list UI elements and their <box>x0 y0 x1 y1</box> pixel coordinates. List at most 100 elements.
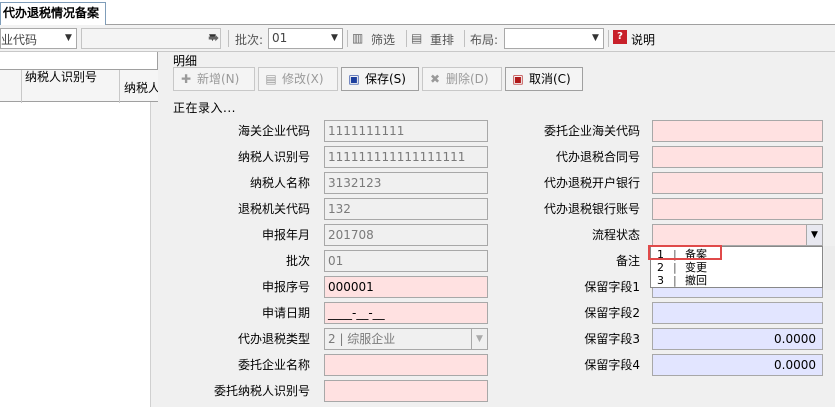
toolbar-separator <box>464 30 465 47</box>
toolbar: 业代码 ▼ ▼ ➡ 批次: 01 ▼ ▥ 筛选 ▤ 重排 布局: ▼ ? 说明 <box>0 25 835 52</box>
option-name: 撤回 <box>685 274 707 287</box>
field-label: 代办退税合同号 <box>555 150 640 164</box>
reserved-field-2[interactable] <box>652 302 823 324</box>
field-label: 保留字段3 <box>584 332 640 346</box>
field-label: 代办退税开户银行 <box>543 176 640 190</box>
delete-button-label: 删除(D) <box>446 72 489 86</box>
field-label: 委托企业海关代码 <box>543 124 640 138</box>
field-label: 委托纳税人识别号 <box>213 384 310 398</box>
field-label: 代办退税类型 <box>237 332 310 346</box>
edit-button[interactable]: ▤ 修改(X) <box>258 67 338 91</box>
cancel-icon: ▣ <box>512 72 524 86</box>
add-button-label: 新增(N) <box>197 72 240 86</box>
query-input[interactable]: ▼ <box>81 28 221 49</box>
field-label: 申请日期 <box>261 306 310 320</box>
option-separator: | <box>673 274 677 287</box>
field-label: 申报年月 <box>261 228 310 242</box>
field-label: 退税机关代码 <box>237 202 310 216</box>
entrusting-customs-code-field[interactable] <box>652 120 823 142</box>
field-label: 保留字段2 <box>584 306 640 320</box>
field-label: 纳税人识别号 <box>237 150 310 164</box>
company-code-combo-text: 业代码 <box>1 33 38 47</box>
plus-icon: ✚ <box>180 72 192 86</box>
bank-account-field[interactable] <box>652 198 823 220</box>
chevron-down-icon[interactable]: ▼ <box>806 225 822 245</box>
batch-combo[interactable]: 01 ▼ <box>268 28 343 49</box>
filter-icon[interactable]: ▥ <box>352 31 363 45</box>
field-label: 备注 <box>615 254 640 268</box>
entrusting-company-name-field[interactable] <box>324 354 488 376</box>
batch-field[interactable]: 01 <box>324 250 488 272</box>
save-button-label: 保存(S) <box>365 72 406 86</box>
help-button[interactable]: 说明 <box>631 31 655 48</box>
help-icon[interactable]: ? <box>613 30 627 44</box>
vertical-scrollbar[interactable] <box>150 102 158 407</box>
dropdown-option[interactable]: 3 | 撤回 <box>651 274 822 287</box>
taxpayer-id-field[interactable]: 111111111111111111 <box>324 146 488 168</box>
declaration-period-field[interactable]: 201708 <box>324 224 488 246</box>
chevron-down-icon[interactable]: ▼ <box>327 29 342 48</box>
toolbar-separator <box>608 30 609 47</box>
declaration-serial-field[interactable]: 000001 <box>324 276 488 298</box>
taxpayer-name-field[interactable]: 3132123 <box>324 172 488 194</box>
field-label: 批次 <box>285 254 310 268</box>
delete-button[interactable]: ✖ 删除(D) <box>422 67 502 91</box>
refund-type-select-value: 2 | 综服企业 <box>328 332 396 346</box>
field-label: 纳税人名称 <box>249 176 310 190</box>
chevron-down-icon[interactable]: ▼ <box>588 29 603 48</box>
refund-type-select[interactable]: 2 | 综服企业 ▼ <box>324 328 488 350</box>
field-label: 委托企业名称 <box>237 358 310 372</box>
option-code: 3 <box>657 274 664 287</box>
cancel-button-label: 取消(C) <box>529 72 571 86</box>
record-list-panel: 纳税人识别号 纳税人 <box>0 52 158 407</box>
highlight-box <box>648 245 722 260</box>
status-text: 正在录入... <box>173 101 236 115</box>
field-label: 保留字段4 <box>584 358 640 372</box>
field-label: 流程状态 <box>591 228 640 242</box>
grid-column-header[interactable]: 纳税人 <box>120 70 158 103</box>
option-separator: | <box>673 261 677 274</box>
contract-number-field[interactable] <box>652 146 823 168</box>
grid-column-header[interactable]: 纳税人识别号 <box>22 70 120 103</box>
bank-name-field[interactable] <box>652 172 823 194</box>
field-label: 申报序号 <box>261 280 310 294</box>
reorder-button[interactable]: 重排 <box>430 31 454 48</box>
reserved-field-4[interactable]: 0.0000 <box>652 354 823 376</box>
batch-label: 批次: <box>235 33 264 47</box>
grid-row-indicator-header <box>0 70 22 103</box>
reorder-icon[interactable]: ▤ <box>411 31 422 45</box>
chevron-down-icon[interactable]: ▼ <box>61 29 76 48</box>
application-date-field[interactable]: ____-__-__ <box>324 302 488 324</box>
tab-document[interactable]: 代办退税情况备案 <box>0 2 106 25</box>
customs-enterprise-code-field[interactable]: 1111111111 <box>324 120 488 142</box>
save-icon: ▣ <box>348 72 360 86</box>
edit-button-label: 修改(X) <box>282 72 324 86</box>
layout-label: 布局: <box>470 33 499 47</box>
tax-office-code-field[interactable]: 132 <box>324 198 488 220</box>
batch-combo-text: 01 <box>272 31 288 45</box>
layout-combo[interactable]: ▼ <box>504 28 604 49</box>
reserved-field-3[interactable]: 0.0000 <box>652 328 823 350</box>
filter-button[interactable]: 筛选 <box>371 31 395 48</box>
toolbar-separator <box>347 30 348 47</box>
grid-header: 纳税人识别号 纳税人 <box>0 69 158 103</box>
arrow-right-icon[interactable]: ➡ <box>208 31 219 46</box>
field-label: 代办退税银行账号 <box>543 202 640 216</box>
toolbar-separator <box>406 30 407 47</box>
vertical-scrollbar[interactable] <box>824 246 835 290</box>
option-code: 2 <box>657 261 664 274</box>
company-code-combo[interactable]: 业代码 ▼ <box>0 28 77 49</box>
workflow-status-select[interactable]: ▼ <box>652 224 823 246</box>
option-name: 变更 <box>685 261 707 274</box>
chevron-down-icon[interactable]: ▼ <box>471 329 487 349</box>
cancel-button[interactable]: ▣ 取消(C) <box>505 67 583 91</box>
entrusting-taxpayer-id-field[interactable] <box>324 380 488 402</box>
dropdown-option[interactable]: 2 | 变更 <box>651 261 822 274</box>
delete-icon: ✖ <box>429 72 441 86</box>
save-button[interactable]: ▣ 保存(S) <box>341 67 419 91</box>
tab-strip: 代办退税情况备案 <box>0 0 835 25</box>
add-button[interactable]: ✚ 新增(N) <box>173 67 255 91</box>
field-label: 海关企业代码 <box>237 124 310 138</box>
edit-icon: ▤ <box>265 72 277 86</box>
toolbar-separator <box>228 30 229 47</box>
